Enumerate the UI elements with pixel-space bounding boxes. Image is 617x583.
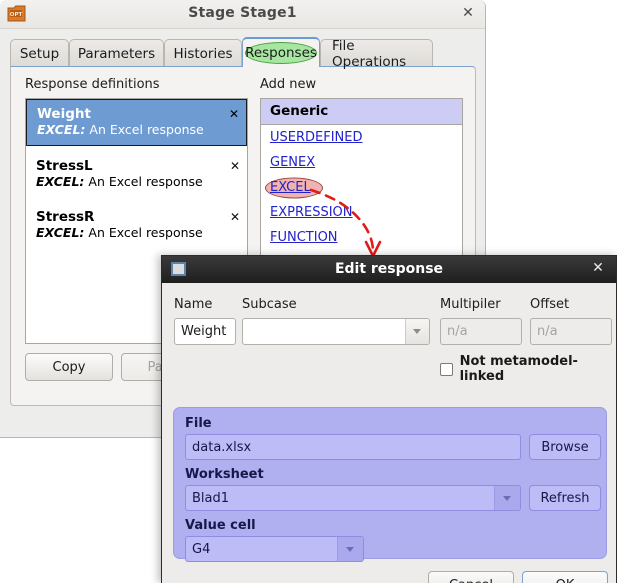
close-icon[interactable]: ✕ [590,260,606,276]
tab-histories[interactable]: Histories [164,39,242,67]
response-name: StressR [36,209,95,225]
add-new-item-expression[interactable]: EXPRESSION [261,200,462,225]
subcase-value [243,319,405,344]
chevron-down-icon[interactable] [494,486,520,510]
worksheet-label: Worksheet [185,467,264,482]
tab-label: Parameters [77,45,156,62]
chevron-down-icon[interactable] [337,537,363,561]
tab-parameters[interactable]: Parameters [69,39,164,67]
response-desc-text: An Excel response [88,225,203,240]
tab-label: Histories [173,45,233,62]
file-input[interactable]: data.xlsx [185,434,521,460]
dialog-body: Name Weight Subcase Multipiler n/a Offse… [162,283,616,583]
response-name: Weight [37,106,91,122]
remove-response-icon[interactable]: ✕ [229,107,239,121]
tab-label: File Operations [332,37,407,70]
main-window-titlebar: OPT Stage Stage1 ✕ [0,0,485,29]
value-cell-value: G4 [192,541,211,557]
name-label: Name [174,297,213,312]
ok-button[interactable]: OK [522,571,608,583]
cancel-button[interactable]: Cancel [428,571,514,583]
worksheet-select[interactable]: Blad1 [185,485,521,511]
add-new-link[interactable]: EXCEL [270,180,311,195]
worksheet-value: Blad1 [192,490,230,506]
add-new-label: Add new [260,77,317,92]
response-description: EXCEL: An Excel response [36,174,239,190]
tab-label: Responses [245,45,317,61]
add-new-item-genex[interactable]: GENEX [261,150,462,175]
close-icon[interactable]: ✕ [460,5,476,21]
not-metamodel-linked-checkbox[interactable]: Not metamodel-linked [440,354,616,384]
browse-button[interactable]: Browse [529,434,601,460]
remove-response-icon[interactable]: ✕ [230,210,240,224]
remove-response-icon[interactable]: ✕ [230,159,240,173]
dialog-titlebar: Edit response ✕ [162,256,616,283]
subcase-select[interactable] [242,318,430,345]
chevron-down-icon[interactable] [405,319,429,344]
tab-file-operations[interactable]: File Operations [320,37,433,70]
response-description: EXCEL: An Excel response [36,225,239,241]
offset-input[interactable]: n/a [530,318,612,345]
response-kind: EXCEL: [36,174,85,189]
list-item[interactable]: StressL EXCEL: An Excel response ✕ [26,152,247,197]
main-window-title: Stage Stage1 [188,5,297,21]
response-name: StressL [36,158,93,174]
response-desc-text: An Excel response [89,122,204,137]
refresh-button[interactable]: Refresh [529,485,601,511]
add-new-link[interactable]: GENEX [270,155,315,170]
add-new-link[interactable]: EXPRESSION [270,205,353,220]
multiplier-input[interactable]: n/a [440,318,522,345]
edit-response-dialog: Edit response ✕ Name Weight Subcase Mult… [161,255,617,583]
tab-responses[interactable]: Responses [242,37,320,67]
checkbox-box-icon[interactable] [440,362,453,376]
list-item[interactable]: StressR EXCEL: An Excel response ✕ [26,203,247,248]
list-item[interactable]: Weight EXCEL: An Excel response ✕ [26,99,247,146]
offset-label: Offset [530,297,570,312]
response-description: EXCEL: An Excel response [37,122,238,138]
response-definitions-label: Response definitions [25,77,160,92]
copy-button[interactable]: Copy [25,353,113,381]
not-metamodel-linked-label: Not metamodel-linked [459,354,578,384]
value-cell-label: Value cell [185,518,256,533]
name-input[interactable]: Weight [174,318,236,345]
tab-setup[interactable]: Setup [10,39,69,67]
add-new-item-excel[interactable]: EXCEL [261,175,462,200]
add-new-link[interactable]: FUNCTION [270,230,338,245]
subcase-label: Subcase [242,297,297,312]
add-new-link[interactable]: USERDEFINED [270,130,363,145]
file-label: File [185,416,212,431]
add-new-group-header: Generic [261,99,462,125]
screen-root: OPT Stage Stage1 ✕ Setup Parameters Hist… [0,0,617,583]
excel-source-panel: File data.xlsx Browse Worksheet Blad1 Re… [173,407,607,562]
value-cell-select[interactable]: G4 [185,536,364,562]
tab-strip: Setup Parameters Histories Responses Fil… [10,37,476,70]
response-desc-text: An Excel response [88,174,203,189]
response-kind: EXCEL: [37,122,86,137]
add-new-item-userdefined[interactable]: USERDEFINED [261,125,462,150]
add-new-item-function[interactable]: FUNCTION [261,225,462,250]
multiplier-label: Multipiler [440,297,501,312]
tab-label: Setup [19,45,60,62]
dialog-title: Edit response [334,261,444,277]
response-kind: EXCEL: [36,225,85,240]
